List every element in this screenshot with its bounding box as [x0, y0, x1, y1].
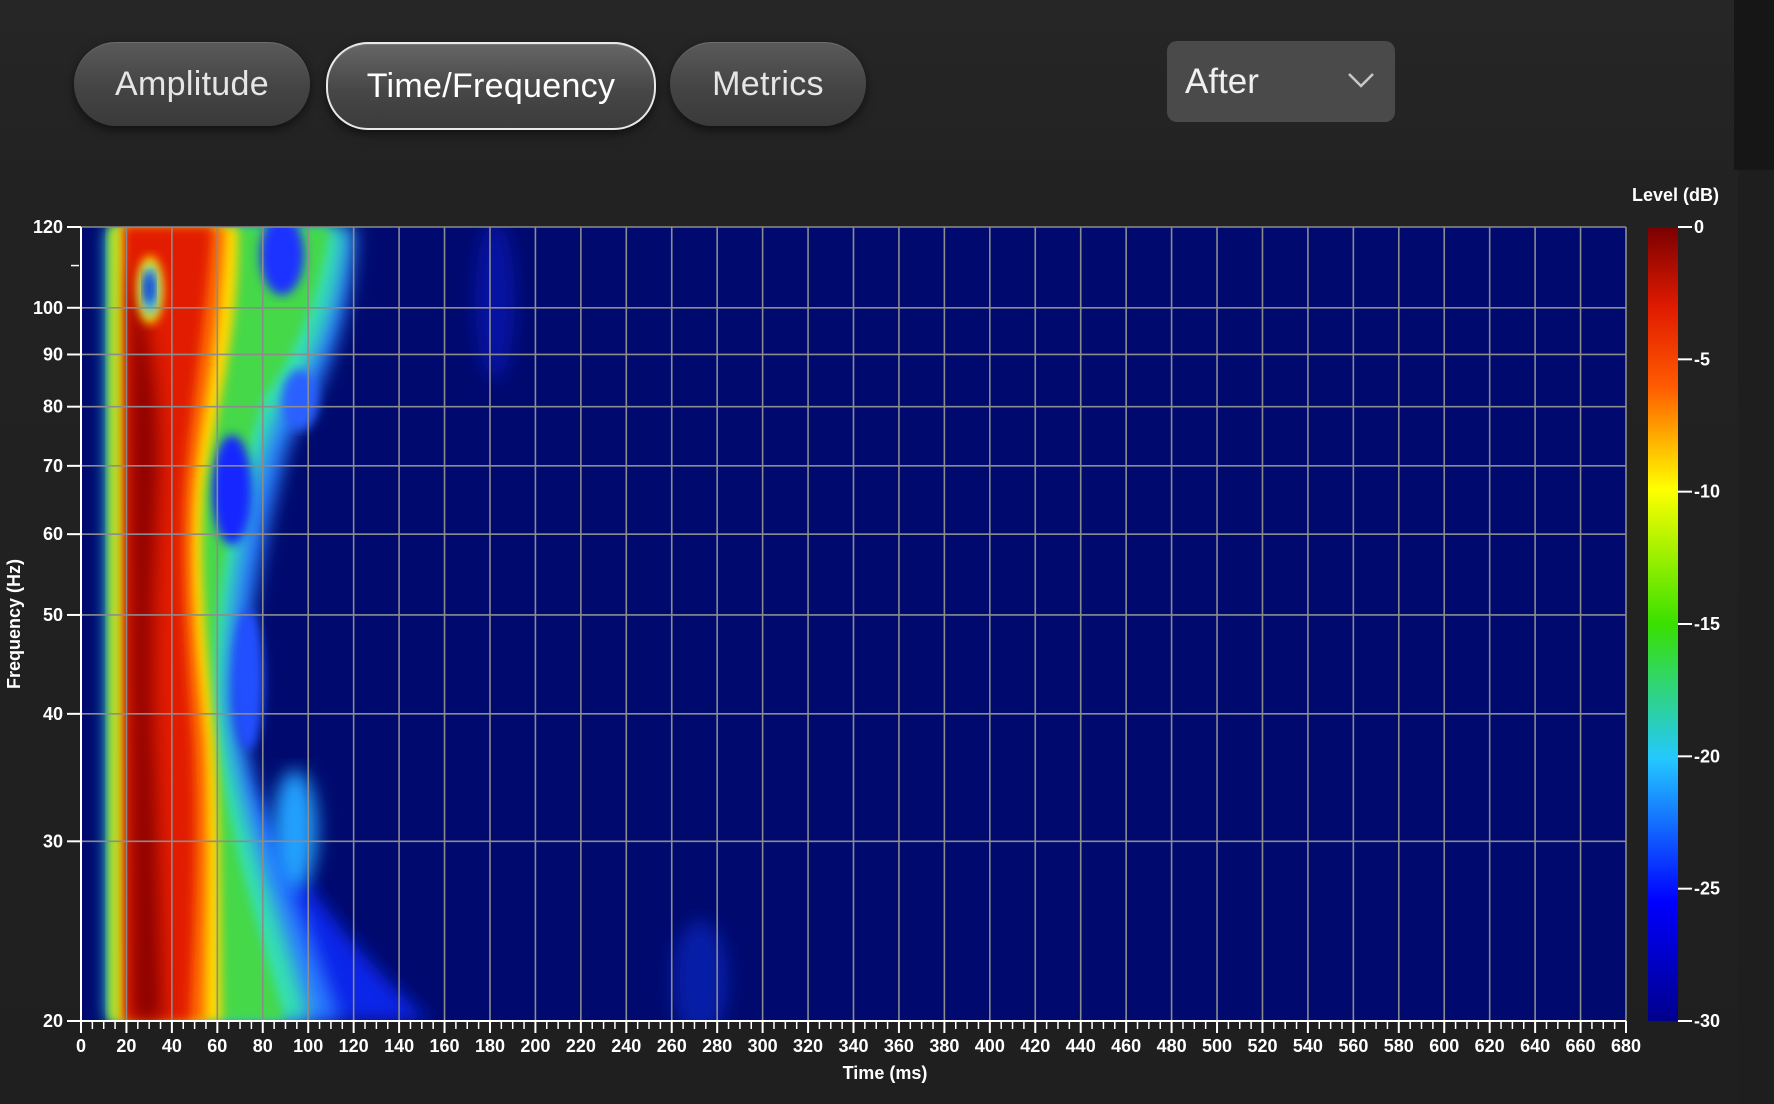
x-tick-label: 100 [293, 1036, 323, 1056]
x-tick-label: 280 [702, 1036, 732, 1056]
x-tick-label: 60 [207, 1036, 227, 1056]
colorbar-tick-label: -30 [1694, 1011, 1720, 1031]
x-tick-label: 80 [253, 1036, 273, 1056]
x-tick-label: 560 [1338, 1036, 1368, 1056]
y-tick-label: 90 [43, 344, 63, 364]
x-tick-label: 600 [1429, 1036, 1459, 1056]
x-tick-label: 420 [1020, 1036, 1050, 1056]
x-tick-label: 520 [1247, 1036, 1277, 1056]
tab-amplitude[interactable]: Amplitude [74, 42, 310, 126]
y-tick-label: 30 [43, 831, 63, 851]
y-tick-label: 80 [43, 397, 63, 417]
view-select-value: After [1185, 61, 1259, 101]
x-tick-label: 540 [1293, 1036, 1323, 1056]
x-tick-label: 240 [611, 1036, 641, 1056]
tab-metrics-label: Metrics [712, 64, 824, 103]
tab-metrics[interactable]: Metrics [670, 42, 866, 126]
x-tick-label: 20 [116, 1036, 136, 1056]
colorbar-tick-label: -15 [1694, 614, 1720, 634]
x-tick-label: 380 [929, 1036, 959, 1056]
x-tick-label: 620 [1475, 1036, 1505, 1056]
colorbar-tick-label: 0 [1694, 217, 1704, 237]
x-tick-label: 500 [1202, 1036, 1232, 1056]
y-tick-label: 120 [33, 217, 63, 237]
colorbar-tick-label: -25 [1694, 879, 1720, 899]
colorbar-tick-label: -20 [1694, 746, 1720, 766]
x-tick-label: 300 [748, 1036, 778, 1056]
y-tick-label: 20 [43, 1011, 63, 1031]
window-edge [1734, 0, 1774, 170]
x-tick-label: 0 [76, 1036, 86, 1056]
colorbar-ticks: 0 -5 -10 -15 -20 -25 -30 [1678, 217, 1720, 1031]
x-tick-label: 400 [975, 1036, 1005, 1056]
x-tick-label: 260 [657, 1036, 687, 1056]
x-tick-label: 580 [1384, 1036, 1414, 1056]
view-select[interactable]: After [1167, 41, 1395, 122]
x-tick-label: 680 [1611, 1036, 1641, 1056]
x-tick-label: 460 [1111, 1036, 1141, 1056]
x-tick-label: 440 [1066, 1036, 1096, 1056]
y-tick-label: 40 [43, 704, 63, 724]
y-tick-label: 100 [33, 298, 63, 318]
y-axis-label: Frequency (Hz) [4, 559, 24, 689]
x-tick-label: 40 [162, 1036, 182, 1056]
x-tick-label: 120 [339, 1036, 369, 1056]
y-tick-label: 50 [43, 605, 63, 625]
x-tick-label: 140 [384, 1036, 414, 1056]
x-tick-label: 360 [884, 1036, 914, 1056]
tab-time-frequency-label: Time/Frequency [366, 66, 616, 105]
colorbar-tick-label: -5 [1694, 349, 1710, 369]
tab-amplitude-label: Amplitude [115, 64, 269, 103]
x-axis-label: Time (ms) [843, 1063, 928, 1083]
x-tick-label: 340 [838, 1036, 868, 1056]
x-tick-label: 200 [520, 1036, 550, 1056]
y-tick-label: 60 [43, 524, 63, 544]
x-tick-label: 320 [793, 1036, 823, 1056]
x-tick-label: 160 [430, 1036, 460, 1056]
spectrogram-chart: 0 20 40 60 80 100 120 140 160 180 200 220 240 260 280 3… [4, 185, 1720, 1083]
x-tick-label: 220 [566, 1036, 596, 1056]
tab-time-frequency[interactable]: Time/Frequency [326, 42, 656, 130]
chevron-down-icon [1348, 73, 1374, 88]
colorbar [1648, 227, 1678, 1021]
x-tick-label: 480 [1157, 1036, 1187, 1056]
colorbar-label: Level (dB) [1632, 185, 1719, 205]
x-tick-label: 180 [475, 1036, 505, 1056]
y-tick-label: 70 [43, 456, 63, 476]
x-tick-label: 660 [1566, 1036, 1596, 1056]
x-tick-label: 640 [1520, 1036, 1550, 1056]
colorbar-tick-label: -10 [1694, 482, 1720, 502]
